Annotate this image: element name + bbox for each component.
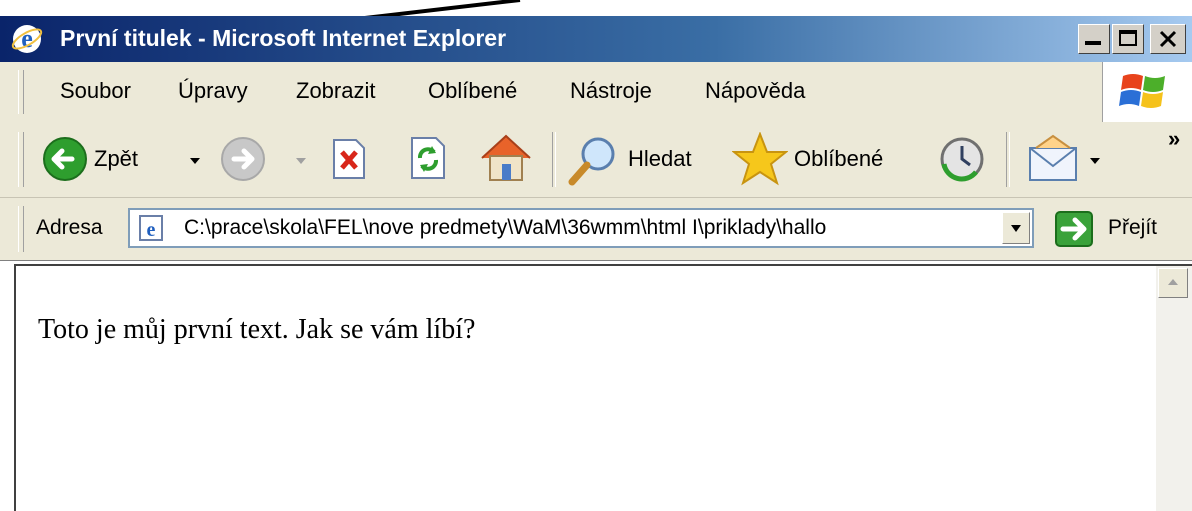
- go-label: Přejít: [1108, 216, 1158, 239]
- search-icon: [568, 137, 615, 186]
- maximize-icon: [1119, 30, 1137, 46]
- window-title: První titulek - Microsoft Internet Explo…: [60, 25, 507, 51]
- search-label: Hledat: [628, 146, 692, 171]
- menu-bar: Soubor Úpravy Zobrazit Oblíbené Nástroje…: [0, 62, 1192, 123]
- toolbar-separator: [1006, 132, 1010, 187]
- page-ie-icon: e: [139, 215, 163, 241]
- favorites-label: Oblíbené: [794, 146, 884, 171]
- chevron-down-icon: [1011, 225, 1021, 232]
- minimize-icon: [1085, 41, 1101, 45]
- address-dropdown-button[interactable]: [1002, 212, 1030, 244]
- vertical-scrollbar[interactable]: [1156, 266, 1192, 511]
- home-icon: [481, 134, 531, 181]
- windows-logo-area: [1102, 62, 1192, 122]
- page-content-area[interactable]: [14, 264, 1192, 511]
- refresh-button[interactable]: [408, 136, 448, 180]
- toolbar-overflow-chevron-icon[interactable]: »: [1168, 126, 1180, 152]
- go-button[interactable]: Přejít: [1054, 206, 1190, 252]
- forward-button[interactable]: [218, 130, 328, 188]
- toolbar-separator: [552, 132, 556, 187]
- svg-text:e: e: [147, 219, 156, 241]
- address-grip[interactable]: [18, 206, 24, 252]
- back-button[interactable]: Zpět: [38, 130, 208, 188]
- address-input[interactable]: e C:\prace\skola\FEL\nove predmety\WaM\3…: [128, 208, 1034, 248]
- address-value: C:\prace\skola\FEL\nove predmety\WaM\36w…: [184, 216, 827, 239]
- close-icon: [1159, 30, 1177, 48]
- stop-button[interactable]: [330, 138, 368, 180]
- history-icon: [940, 137, 984, 182]
- home-button[interactable]: [478, 132, 534, 184]
- title-bar[interactable]: e První titulek - Microsoft Internet Exp…: [0, 16, 1192, 62]
- back-label: Zpět: [94, 146, 139, 171]
- menu-item-oblibene[interactable]: Oblíbené: [428, 78, 517, 104]
- back-arrow-icon: [43, 137, 87, 181]
- maximize-button[interactable]: [1112, 24, 1144, 54]
- mail-button[interactable]: [1026, 132, 1106, 186]
- favorites-star-icon: [732, 132, 788, 186]
- toolbar-grip[interactable]: [18, 132, 24, 187]
- menu-item-nastroje[interactable]: Nástroje: [570, 78, 652, 104]
- menu-item-zobrazit[interactable]: Zobrazit: [296, 78, 375, 104]
- go-arrow-icon: [1055, 211, 1093, 247]
- menu-item-napoveda[interactable]: Nápověda: [705, 78, 805, 104]
- ie-logo-icon: e: [11, 24, 43, 53]
- address-bar: Adresa e C:\prace\skola\FEL\nove predmet…: [0, 198, 1192, 261]
- svg-text:e: e: [21, 24, 33, 53]
- stop-icon: [333, 139, 365, 179]
- favorites-button[interactable]: Oblíbené: [732, 128, 922, 188]
- refresh-icon: [411, 137, 445, 179]
- standard-toolbar: Zpět Hledat Oblíbené »: [0, 122, 1192, 198]
- menu-grip[interactable]: [18, 70, 24, 114]
- close-button[interactable]: [1150, 24, 1186, 54]
- windows-logo-icon: [1119, 74, 1165, 108]
- search-button[interactable]: Hledat: [566, 132, 726, 188]
- forward-dropdown-icon[interactable]: [296, 158, 306, 164]
- scroll-up-button[interactable]: [1158, 268, 1188, 298]
- mail-icon: [1029, 134, 1077, 181]
- mail-dropdown-icon[interactable]: [1090, 158, 1100, 164]
- scroll-up-arrow-icon: [1168, 279, 1178, 285]
- history-button[interactable]: [936, 134, 988, 184]
- address-label: Adresa: [36, 216, 103, 239]
- back-dropdown-icon[interactable]: [190, 158, 200, 164]
- page-text: Toto je můj první text. Jak se vám líbí?: [38, 314, 476, 345]
- menu-item-upravy[interactable]: Úpravy: [178, 78, 248, 104]
- forward-arrow-icon: [221, 137, 265, 181]
- menu-item-soubor[interactable]: Soubor: [60, 78, 131, 104]
- minimize-button[interactable]: [1078, 24, 1110, 54]
